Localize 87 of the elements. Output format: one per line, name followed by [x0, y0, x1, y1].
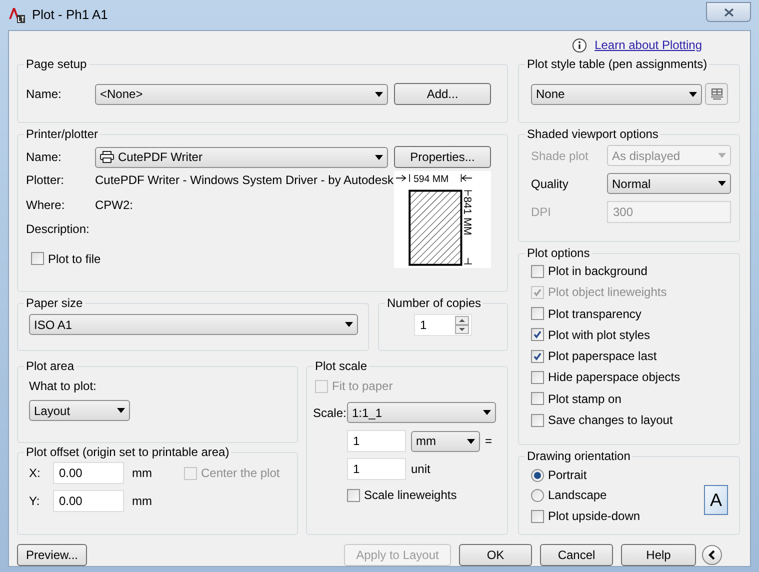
group-title: Plot options	[526, 246, 591, 260]
caret-icon	[689, 92, 697, 96]
field-value: CPW2:	[95, 196, 134, 214]
checkbox[interactable]: Plot paperspace last	[531, 347, 657, 366]
printer-icon	[100, 151, 114, 163]
unit-label: unit	[411, 461, 430, 478]
check-icon	[533, 288, 542, 297]
group-title: Number of copies	[386, 296, 482, 310]
dropdown[interactable]: None	[531, 84, 702, 104]
dropdown[interactable]: ISO A1	[29, 314, 358, 335]
field-label: X:	[29, 465, 42, 482]
caret-icon	[375, 92, 383, 96]
checkbox[interactable]: Plot to file	[31, 250, 101, 268]
dialog-button[interactable]: Preview...	[17, 544, 87, 566]
app-logo-icon	[8, 7, 26, 23]
checkbox[interactable]: Plot transparency	[531, 304, 642, 323]
caret-icon	[375, 154, 383, 160]
field-label: Y:	[29, 493, 41, 510]
dialog-button[interactable]: Add...	[394, 83, 491, 105]
checkbox[interactable]: Plot stamp on	[531, 390, 622, 408]
close-button[interactable]	[706, 2, 751, 22]
input-field[interactable]: 0.00	[53, 462, 124, 484]
window-title: Plot - Ph1 A1	[32, 6, 108, 24]
checkbox[interactable]: Plot upside-down	[531, 507, 640, 525]
spin-up-icon	[455, 316, 469, 325]
caret-icon	[718, 181, 726, 186]
group-title: Plot style table (pen assignments)	[526, 57, 708, 71]
radio-button[interactable]: Portrait	[531, 465, 587, 485]
caret-icon	[718, 153, 726, 158]
caret-icon	[467, 438, 475, 444]
field-label: Name:	[26, 149, 62, 166]
dropdown[interactable]: mm	[411, 430, 480, 452]
checkbox[interactable]: Save changes to layout	[531, 411, 673, 430]
group-title: Paper size	[25, 296, 84, 310]
checkbox[interactable]: Plot with plot styles	[531, 326, 650, 344]
copies-spinner[interactable]: 1	[414, 314, 472, 336]
group-title: Printer/plotter	[25, 127, 100, 141]
table-edit-icon	[710, 88, 724, 100]
input-field[interactable]: 1	[347, 458, 406, 480]
group-title: Plot scale	[314, 359, 368, 373]
input-field[interactable]: 0.00	[53, 490, 124, 512]
check-icon	[533, 330, 542, 340]
field-label: DPI	[531, 204, 552, 221]
chevron-left-icon	[708, 550, 716, 560]
checkbox[interactable]: Plot in background	[531, 262, 648, 280]
unit-label: mm	[132, 493, 152, 510]
field-label: Quality	[531, 176, 570, 192]
group-title: Shaded viewport options	[526, 127, 660, 141]
caret-icon	[117, 408, 125, 413]
dropdown[interactable]: <None>	[95, 84, 388, 104]
field-label: Name:	[26, 86, 62, 103]
close-icon	[724, 8, 734, 16]
radio-button[interactable]: Landscape	[531, 485, 607, 505]
group-title: Page setup	[25, 57, 88, 71]
dialog-button[interactable]: Properties...	[394, 146, 491, 168]
field-label: Description:	[26, 221, 90, 238]
dialog-button[interactable]: OK	[459, 544, 532, 566]
info-icon	[572, 38, 587, 52]
caret-icon	[483, 410, 491, 415]
field-label: Plotter:	[26, 172, 66, 190]
checkbox[interactable]: Scale lineweights	[347, 486, 457, 504]
field-label: Scale:	[313, 404, 347, 422]
dropdown[interactable]: 1:1_1	[347, 402, 496, 423]
group-title: Drawing orientation	[526, 449, 632, 463]
spin-down-icon	[455, 325, 469, 334]
paper-preview-drawing: 594 MM 841 MM	[394, 171, 491, 268]
equals-sign: =	[485, 433, 492, 450]
unit-label: mm	[132, 465, 153, 482]
dropdown[interactable]: Layout	[29, 400, 130, 421]
edit-table-button[interactable]	[705, 83, 728, 105]
help-link[interactable]: Learn about Plotting	[594, 36, 702, 54]
group-title: Plot offset (origin set to printable area)	[25, 445, 230, 459]
input-field[interactable]: 1	[347, 430, 406, 452]
dialog-button[interactable]: Cancel	[540, 544, 613, 566]
dialog-button[interactable]: Help	[621, 544, 696, 566]
field-value: CutePDF Writer - Windows System Driver - by Autodesk	[95, 172, 394, 190]
field-label: Shade plot	[531, 148, 590, 164]
document-icon: A	[704, 485, 728, 515]
dropdown[interactable]: CutePDF Writer	[95, 146, 388, 168]
check-icon	[533, 352, 542, 361]
group-title: Plot area	[25, 359, 76, 373]
field-label: Where:	[26, 196, 66, 214]
collapse-button[interactable]	[702, 545, 722, 565]
checkbox[interactable]: Hide paperspace objects	[531, 368, 680, 386]
field-label: What to plot:	[29, 378, 96, 395]
caret-icon	[345, 322, 353, 327]
dropdown[interactable]: Normal	[607, 173, 731, 194]
